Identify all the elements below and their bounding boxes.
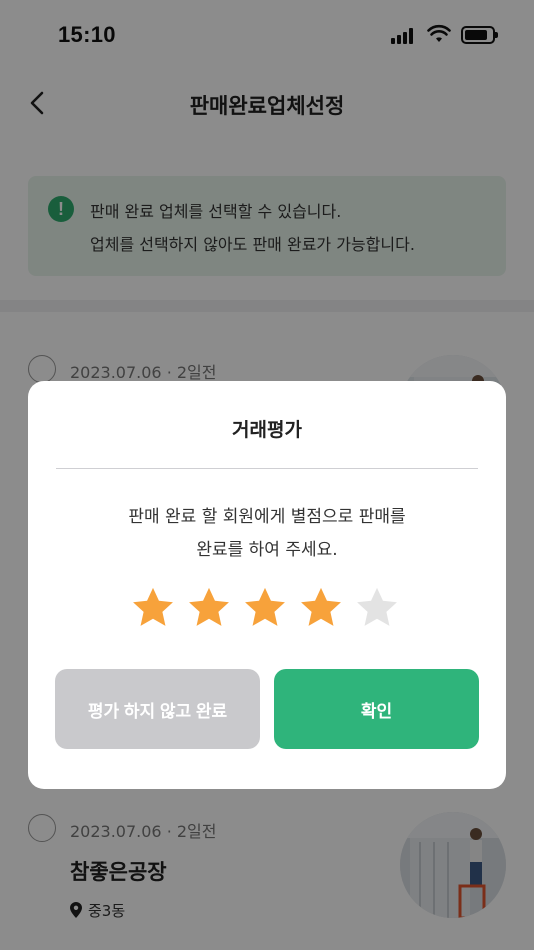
dialog-title: 거래평가 — [232, 419, 302, 441]
star-rating[interactable] — [130, 585, 410, 635]
star-icon-1[interactable] — [130, 585, 176, 631]
screen: 15:10 판매완료업체선정 ! 판매 완료 업체를 선택할 수 있습니다. 업… — [0, 0, 534, 950]
dialog-divider — [56, 468, 478, 469]
skip-rating-button[interactable]: 평가 하지 않고 완료 — [55, 669, 260, 749]
star-icon-2[interactable] — [186, 585, 232, 631]
confirm-button[interactable]: 확인 — [274, 669, 479, 749]
star-icon-4[interactable] — [298, 585, 344, 631]
dialog-message-line1: 판매 완료 할 회원에게 별점으로 판매를 — [128, 507, 406, 527]
star-icon-5[interactable] — [354, 585, 400, 631]
star-icon-3[interactable] — [242, 585, 288, 631]
dialog-message-line2: 완료를 하여 주세요. — [196, 540, 338, 560]
rating-dialog: 거래평가 판매 완료 할 회원에게 별점으로 판매를 완료를 하여 주세요. 평… — [28, 381, 506, 789]
